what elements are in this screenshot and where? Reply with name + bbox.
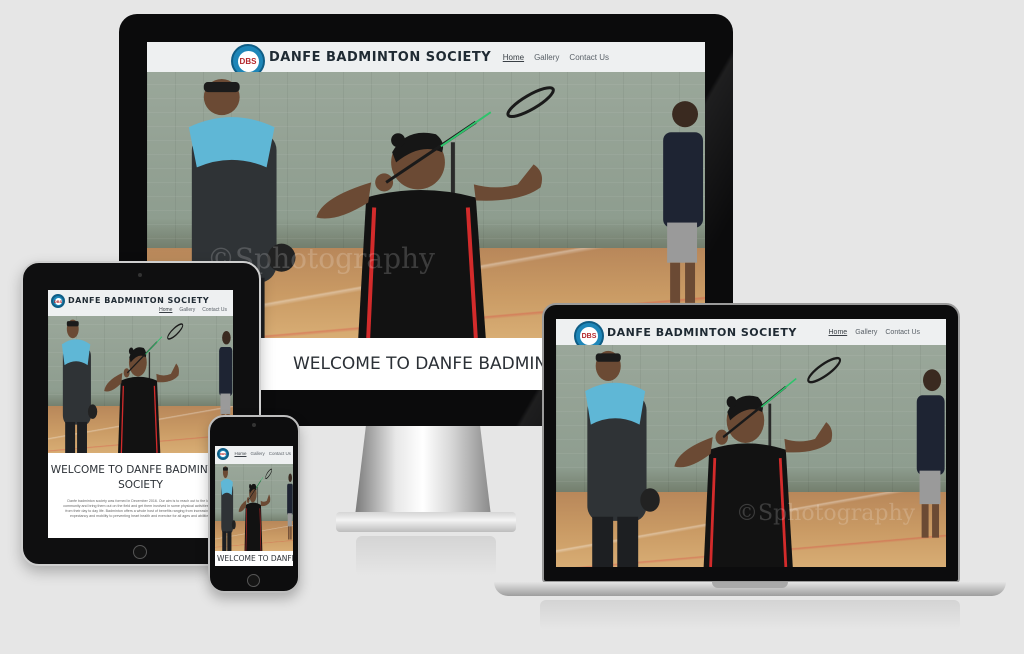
- welcome-heading: WELCOME TO DANFE BADMINTON SOCIETY Danfe…: [48, 453, 233, 538]
- nav-home-link[interactable]: Home: [829, 329, 848, 336]
- nav-contact-link[interactable]: Contact Us: [569, 53, 609, 62]
- phone-navbar: DBS Home Gallery Contact Us: [215, 446, 293, 464]
- nav-home-link[interactable]: Home: [159, 307, 172, 313]
- brand-title: DANFE BADMINTON SOCIETY: [607, 325, 797, 339]
- phone-home-button[interactable]: [247, 574, 260, 587]
- laptop-trackpad-notch: [712, 582, 788, 588]
- hero-photo: [48, 316, 233, 453]
- nav-home-link[interactable]: Home: [234, 451, 246, 456]
- hero-photo: [556, 345, 946, 567]
- tablet-screen: DBS DANFE BADMINTON SOCIETY Home Gallery…: [48, 290, 233, 538]
- desktop-navbar: DBS DANFE BADMINTON SOCIETY Home Gallery…: [147, 42, 705, 78]
- hero-section: [556, 345, 946, 567]
- welcome-heading: WELCOME TO DANFE: [215, 551, 293, 566]
- nav-gallery-link[interactable]: Gallery: [534, 53, 559, 62]
- brand-title: DANFE BADMINTON SOCIETY: [68, 296, 210, 305]
- laptop-screen: DBS DANFE BADMINTON SOCIETY Home Gallery…: [556, 319, 946, 567]
- brand-title: DANFE BADMINTON SOCIETY: [269, 49, 492, 65]
- desktop-monitor-foot: [336, 512, 516, 532]
- phone-nav-links: Home Gallery Contact Us: [234, 451, 291, 456]
- photo-watermark: ©Sphotography: [736, 501, 916, 526]
- desktop-monitor-stand: [355, 426, 491, 516]
- hero-section: [215, 464, 293, 551]
- logo-icon[interactable]: DBS: [217, 448, 229, 460]
- nav-contact-link[interactable]: Contact Us: [269, 451, 291, 456]
- tablet-nav-links: Home Gallery Contact Us: [159, 307, 227, 313]
- tablet-camera: [138, 273, 142, 277]
- hero-section: [48, 316, 233, 453]
- nav-home-link[interactable]: Home: [503, 53, 524, 62]
- phone-screen: DBS Home Gallery Contact Us WELCOME TO D…: [215, 446, 293, 566]
- logo-icon[interactable]: DBS: [51, 294, 65, 308]
- phone-camera: [252, 423, 256, 427]
- laptop-navbar: DBS DANFE BADMINTON SOCIETY Home Gallery…: [556, 319, 946, 351]
- intro-paragraph: Danfe badminton society was formed in De…: [63, 499, 218, 518]
- desktop-nav-links: Home Gallery Contact Us: [503, 53, 609, 62]
- hero-photo: [215, 464, 293, 551]
- nav-gallery-link[interactable]: Gallery: [250, 451, 264, 456]
- nav-gallery-link[interactable]: Gallery: [179, 307, 195, 313]
- nav-contact-link[interactable]: Contact Us: [885, 329, 920, 336]
- nav-contact-link[interactable]: Contact Us: [202, 307, 227, 313]
- laptop-nav-links: Home Gallery Contact Us: [829, 329, 921, 336]
- tablet-home-button[interactable]: [133, 545, 147, 559]
- nav-gallery-link[interactable]: Gallery: [855, 329, 877, 336]
